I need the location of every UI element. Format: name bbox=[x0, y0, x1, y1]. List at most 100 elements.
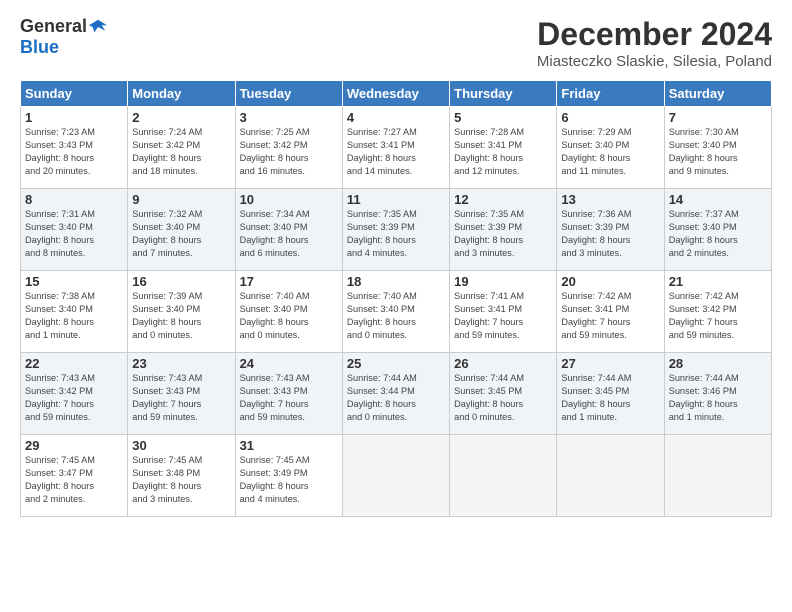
day-number: 5 bbox=[454, 110, 552, 125]
header-tuesday: Tuesday bbox=[235, 81, 342, 107]
calendar-cell: 25Sunrise: 7:44 AM Sunset: 3:44 PM Dayli… bbox=[342, 353, 449, 435]
logo-general-text: General bbox=[20, 16, 87, 37]
day-number: 9 bbox=[132, 192, 230, 207]
day-number: 10 bbox=[240, 192, 338, 207]
calendar-cell: 14Sunrise: 7:37 AM Sunset: 3:40 PM Dayli… bbox=[664, 189, 771, 271]
calendar-cell: 1Sunrise: 7:23 AM Sunset: 3:43 PM Daylig… bbox=[21, 107, 128, 189]
calendar-table: Sunday Monday Tuesday Wednesday Thursday… bbox=[20, 80, 772, 517]
calendar-week-row: 22Sunrise: 7:43 AM Sunset: 3:42 PM Dayli… bbox=[21, 353, 772, 435]
calendar-cell: 3Sunrise: 7:25 AM Sunset: 3:42 PM Daylig… bbox=[235, 107, 342, 189]
calendar-cell: 28Sunrise: 7:44 AM Sunset: 3:46 PM Dayli… bbox=[664, 353, 771, 435]
day-number: 3 bbox=[240, 110, 338, 125]
day-info: Sunrise: 7:44 AM Sunset: 3:46 PM Dayligh… bbox=[669, 372, 767, 424]
calendar-cell: 30Sunrise: 7:45 AM Sunset: 3:48 PM Dayli… bbox=[128, 435, 235, 517]
day-number: 2 bbox=[132, 110, 230, 125]
calendar-week-row: 29Sunrise: 7:45 AM Sunset: 3:47 PM Dayli… bbox=[21, 435, 772, 517]
day-info: Sunrise: 7:43 AM Sunset: 3:43 PM Dayligh… bbox=[240, 372, 338, 424]
header: General Blue December 2024 Miasteczko Sl… bbox=[20, 16, 772, 70]
calendar-cell: 27Sunrise: 7:44 AM Sunset: 3:45 PM Dayli… bbox=[557, 353, 664, 435]
day-info: Sunrise: 7:44 AM Sunset: 3:45 PM Dayligh… bbox=[561, 372, 659, 424]
day-number: 28 bbox=[669, 356, 767, 371]
calendar-cell: 4Sunrise: 7:27 AM Sunset: 3:41 PM Daylig… bbox=[342, 107, 449, 189]
day-number: 12 bbox=[454, 192, 552, 207]
day-number: 21 bbox=[669, 274, 767, 289]
day-info: Sunrise: 7:43 AM Sunset: 3:42 PM Dayligh… bbox=[25, 372, 123, 424]
day-info: Sunrise: 7:45 AM Sunset: 3:49 PM Dayligh… bbox=[240, 454, 338, 506]
day-info: Sunrise: 7:37 AM Sunset: 3:40 PM Dayligh… bbox=[669, 208, 767, 260]
calendar-cell: 2Sunrise: 7:24 AM Sunset: 3:42 PM Daylig… bbox=[128, 107, 235, 189]
day-info: Sunrise: 7:44 AM Sunset: 3:44 PM Dayligh… bbox=[347, 372, 445, 424]
calendar-cell: 6Sunrise: 7:29 AM Sunset: 3:40 PM Daylig… bbox=[557, 107, 664, 189]
day-info: Sunrise: 7:40 AM Sunset: 3:40 PM Dayligh… bbox=[347, 290, 445, 342]
calendar-cell: 12Sunrise: 7:35 AM Sunset: 3:39 PM Dayli… bbox=[450, 189, 557, 271]
calendar-cell: 24Sunrise: 7:43 AM Sunset: 3:43 PM Dayli… bbox=[235, 353, 342, 435]
page: General Blue December 2024 Miasteczko Sl… bbox=[0, 0, 792, 612]
day-info: Sunrise: 7:34 AM Sunset: 3:40 PM Dayligh… bbox=[240, 208, 338, 260]
calendar-cell: 13Sunrise: 7:36 AM Sunset: 3:39 PM Dayli… bbox=[557, 189, 664, 271]
logo-blue-text: Blue bbox=[20, 37, 59, 58]
calendar-header-row: Sunday Monday Tuesday Wednesday Thursday… bbox=[21, 81, 772, 107]
calendar-cell: 26Sunrise: 7:44 AM Sunset: 3:45 PM Dayli… bbox=[450, 353, 557, 435]
calendar-cell: 8Sunrise: 7:31 AM Sunset: 3:40 PM Daylig… bbox=[21, 189, 128, 271]
header-monday: Monday bbox=[128, 81, 235, 107]
day-number: 8 bbox=[25, 192, 123, 207]
day-number: 16 bbox=[132, 274, 230, 289]
day-info: Sunrise: 7:27 AM Sunset: 3:41 PM Dayligh… bbox=[347, 126, 445, 178]
day-number: 20 bbox=[561, 274, 659, 289]
day-info: Sunrise: 7:45 AM Sunset: 3:47 PM Dayligh… bbox=[25, 454, 123, 506]
day-info: Sunrise: 7:31 AM Sunset: 3:40 PM Dayligh… bbox=[25, 208, 123, 260]
calendar-cell: 16Sunrise: 7:39 AM Sunset: 3:40 PM Dayli… bbox=[128, 271, 235, 353]
day-info: Sunrise: 7:30 AM Sunset: 3:40 PM Dayligh… bbox=[669, 126, 767, 178]
day-info: Sunrise: 7:45 AM Sunset: 3:48 PM Dayligh… bbox=[132, 454, 230, 506]
calendar-cell: 29Sunrise: 7:45 AM Sunset: 3:47 PM Dayli… bbox=[21, 435, 128, 517]
day-number: 6 bbox=[561, 110, 659, 125]
calendar-cell: 9Sunrise: 7:32 AM Sunset: 3:40 PM Daylig… bbox=[128, 189, 235, 271]
day-number: 18 bbox=[347, 274, 445, 289]
calendar-cell: 21Sunrise: 7:42 AM Sunset: 3:42 PM Dayli… bbox=[664, 271, 771, 353]
calendar-cell: 31Sunrise: 7:45 AM Sunset: 3:49 PM Dayli… bbox=[235, 435, 342, 517]
day-number: 24 bbox=[240, 356, 338, 371]
day-info: Sunrise: 7:28 AM Sunset: 3:41 PM Dayligh… bbox=[454, 126, 552, 178]
day-number: 27 bbox=[561, 356, 659, 371]
month-title: December 2024 bbox=[537, 16, 772, 53]
title-section: December 2024 Miasteczko Slaskie, Silesi… bbox=[537, 16, 772, 70]
calendar-cell: 11Sunrise: 7:35 AM Sunset: 3:39 PM Dayli… bbox=[342, 189, 449, 271]
calendar-cell: 17Sunrise: 7:40 AM Sunset: 3:40 PM Dayli… bbox=[235, 271, 342, 353]
day-number: 4 bbox=[347, 110, 445, 125]
calendar-cell: 23Sunrise: 7:43 AM Sunset: 3:43 PM Dayli… bbox=[128, 353, 235, 435]
calendar-cell bbox=[557, 435, 664, 517]
day-info: Sunrise: 7:44 AM Sunset: 3:45 PM Dayligh… bbox=[454, 372, 552, 424]
day-number: 19 bbox=[454, 274, 552, 289]
location-subtitle: Miasteczko Slaskie, Silesia, Poland bbox=[537, 53, 772, 70]
calendar-cell: 19Sunrise: 7:41 AM Sunset: 3:41 PM Dayli… bbox=[450, 271, 557, 353]
day-info: Sunrise: 7:29 AM Sunset: 3:40 PM Dayligh… bbox=[561, 126, 659, 178]
logo-bird-icon bbox=[89, 18, 107, 36]
day-info: Sunrise: 7:41 AM Sunset: 3:41 PM Dayligh… bbox=[454, 290, 552, 342]
calendar-cell: 22Sunrise: 7:43 AM Sunset: 3:42 PM Dayli… bbox=[21, 353, 128, 435]
calendar-week-row: 15Sunrise: 7:38 AM Sunset: 3:40 PM Dayli… bbox=[21, 271, 772, 353]
calendar-week-row: 1Sunrise: 7:23 AM Sunset: 3:43 PM Daylig… bbox=[21, 107, 772, 189]
calendar-cell: 18Sunrise: 7:40 AM Sunset: 3:40 PM Dayli… bbox=[342, 271, 449, 353]
day-info: Sunrise: 7:39 AM Sunset: 3:40 PM Dayligh… bbox=[132, 290, 230, 342]
calendar-cell: 5Sunrise: 7:28 AM Sunset: 3:41 PM Daylig… bbox=[450, 107, 557, 189]
logo: General Blue bbox=[20, 16, 107, 58]
header-wednesday: Wednesday bbox=[342, 81, 449, 107]
calendar-week-row: 8Sunrise: 7:31 AM Sunset: 3:40 PM Daylig… bbox=[21, 189, 772, 271]
calendar-cell: 15Sunrise: 7:38 AM Sunset: 3:40 PM Dayli… bbox=[21, 271, 128, 353]
day-info: Sunrise: 7:24 AM Sunset: 3:42 PM Dayligh… bbox=[132, 126, 230, 178]
day-number: 22 bbox=[25, 356, 123, 371]
day-info: Sunrise: 7:38 AM Sunset: 3:40 PM Dayligh… bbox=[25, 290, 123, 342]
day-number: 17 bbox=[240, 274, 338, 289]
day-number: 13 bbox=[561, 192, 659, 207]
day-info: Sunrise: 7:32 AM Sunset: 3:40 PM Dayligh… bbox=[132, 208, 230, 260]
day-number: 7 bbox=[669, 110, 767, 125]
day-number: 11 bbox=[347, 192, 445, 207]
day-number: 29 bbox=[25, 438, 123, 453]
day-info: Sunrise: 7:25 AM Sunset: 3:42 PM Dayligh… bbox=[240, 126, 338, 178]
calendar-cell bbox=[664, 435, 771, 517]
day-info: Sunrise: 7:23 AM Sunset: 3:43 PM Dayligh… bbox=[25, 126, 123, 178]
calendar-cell: 7Sunrise: 7:30 AM Sunset: 3:40 PM Daylig… bbox=[664, 107, 771, 189]
day-info: Sunrise: 7:35 AM Sunset: 3:39 PM Dayligh… bbox=[454, 208, 552, 260]
day-number: 25 bbox=[347, 356, 445, 371]
day-info: Sunrise: 7:36 AM Sunset: 3:39 PM Dayligh… bbox=[561, 208, 659, 260]
